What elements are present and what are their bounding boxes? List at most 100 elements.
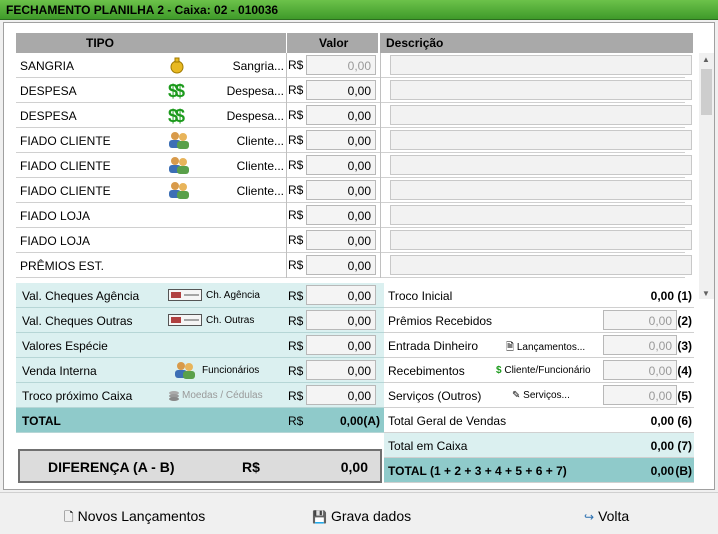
left-total-row: TOTAL R$ 0,00(A) [16, 408, 384, 433]
volta-button[interactable]: ↪ Volta [584, 508, 629, 524]
row-description-input[interactable] [390, 155, 692, 175]
right-summary-label: Serviços (Outros) [388, 389, 482, 403]
grid-row: DESPESA $$ Despesa... R$ 0,00 [16, 103, 692, 128]
row-tipo: FIADO CLIENTE [20, 184, 111, 198]
left-summary-action[interactable]: Moedas / Cédulas [182, 390, 263, 401]
row-value-input[interactable]: 0,00 [306, 255, 376, 275]
title-bar: FECHAMENTO PLANILHA 2 - Caixa: 02 - 0100… [0, 0, 718, 20]
dollar-icon[interactable]: $$ [168, 81, 190, 101]
right-summary-value-input[interactable]: 0,00 [603, 335, 677, 355]
right-summary-action[interactable]: $ Cliente/Funcionário [496, 365, 591, 376]
column-divider [286, 78, 287, 103]
left-summary-value-input[interactable]: 0,00 [306, 285, 376, 305]
users-icon[interactable] [168, 181, 190, 199]
bottom-toolbar: 🗋 Novos Lançamentos 💾 Grava dados ↪ Volta [0, 492, 718, 534]
grava-dados-label: Grava dados [330, 508, 412, 524]
left-summary-row: Val. Cheques Agência Ch. Agência R$ 0,00 [16, 283, 384, 308]
left-summary-value-input[interactable]: 0,00 [306, 360, 376, 380]
row-action-link[interactable]: Cliente... [196, 184, 284, 198]
scroll-down-icon[interactable]: ▼ [702, 289, 710, 298]
right-summary-label: Prêmios Recebidos [388, 314, 493, 328]
scroll-thumb[interactable] [701, 69, 712, 115]
column-divider [380, 78, 381, 103]
right-summary-action-label: Cliente/Funcionário [504, 365, 591, 376]
right-summary-action[interactable]: ✎ Serviços... [512, 390, 570, 401]
right-summary-action[interactable]: 🗎 Lançamentos... [506, 340, 585, 357]
users-icon[interactable] [174, 361, 196, 382]
row-value-input[interactable]: 0,00 [306, 205, 376, 225]
right-total-num: (B) [675, 464, 692, 478]
column-divider [286, 103, 287, 128]
left-total-value: 0,00(A) [339, 414, 380, 428]
row-action-link[interactable]: Despesa... [196, 84, 284, 98]
row-description-input[interactable] [390, 205, 692, 225]
column-divider [380, 53, 381, 78]
right-summary-row: Entrada Dinheiro 🗎 Lançamentos... 0,00 (3) [384, 333, 694, 358]
row-description-input[interactable] [390, 55, 692, 75]
column-divider [286, 128, 287, 153]
document-icon: 🗎 [506, 342, 515, 353]
moneybag-icon[interactable] [168, 56, 190, 74]
row-value-input[interactable]: 0,00 [306, 130, 376, 150]
grid-row: SANGRIA Sangria... R$ 0,00 [16, 53, 692, 78]
left-summary-currency: R$ [288, 339, 304, 353]
row-value-input[interactable]: 0,00 [306, 180, 376, 200]
cheque-icon[interactable] [168, 289, 202, 304]
column-divider [286, 153, 287, 178]
left-summary-label: Venda Interna [22, 364, 97, 378]
right-summary-num: (4) [677, 364, 692, 378]
row-action-link[interactable]: Despesa... [196, 109, 284, 123]
left-summary-row: Val. Cheques Outras Ch. Outras R$ 0,00 [16, 308, 384, 333]
left-summary-action[interactable]: Ch. Agência [206, 290, 260, 301]
column-divider [380, 153, 381, 178]
column-divider [286, 178, 287, 203]
row-currency: R$ [288, 133, 304, 147]
left-summary-value-input[interactable]: 0,00 [306, 385, 376, 405]
right-summary-label: Total Geral de Vendas [388, 414, 507, 428]
header-valor-label: Valor [319, 36, 349, 50]
difference-currency: R$ [242, 459, 260, 475]
right-summary-num: (7) [677, 439, 692, 453]
right-summary-value-input[interactable]: 0,00 [603, 310, 677, 330]
right-summary-value-input[interactable]: 0,00 [603, 360, 677, 380]
row-description-input[interactable] [390, 230, 692, 250]
grid-scrollbar[interactable]: ▲ ▼ [699, 53, 714, 299]
right-summary-action-label: Lançamentos... [516, 342, 586, 353]
column-divider [380, 128, 381, 153]
column-divider [380, 178, 381, 203]
right-summary-num: (5) [677, 389, 692, 403]
cheque-icon[interactable] [168, 314, 202, 329]
left-summary-action[interactable]: Ch. Outras [206, 315, 254, 326]
row-action-link[interactable]: Cliente... [196, 134, 284, 148]
main-panel: TIPO Valor Descrição SANGRIA Sangria... R$… [3, 22, 715, 490]
row-value-input[interactable]: 0,00 [306, 155, 376, 175]
row-description-input[interactable] [390, 80, 692, 100]
left-summary-currency: R$ [288, 314, 304, 328]
left-summary-value-input[interactable]: 0,00 [306, 310, 376, 330]
right-summary-value-input[interactable]: 0,00 [603, 385, 677, 405]
row-currency: R$ [288, 233, 304, 247]
row-tipo: DESPESA [20, 109, 77, 123]
row-value-input[interactable]: 0,00 [306, 105, 376, 125]
novos-lancamentos-button[interactable]: 🗋 Novos Lançamentos [64, 508, 205, 529]
left-summary-currency: R$ [288, 289, 304, 303]
row-value-input[interactable]: 0,00 [306, 230, 376, 250]
users-icon[interactable] [168, 156, 190, 174]
left-summary-value-input[interactable]: 0,00 [306, 335, 376, 355]
dollar-icon[interactable]: $$ [168, 106, 190, 126]
grava-dados-button[interactable]: 💾 Grava dados [312, 508, 411, 524]
row-action-link[interactable]: Cliente... [196, 159, 284, 173]
users-icon[interactable] [168, 131, 190, 149]
coins-icon[interactable] [168, 389, 180, 404]
left-summary-currency: R$ [288, 364, 304, 378]
scroll-up-icon[interactable]: ▲ [702, 55, 710, 64]
row-value-input[interactable]: 0,00 [306, 55, 376, 75]
row-value-input[interactable]: 0,00 [306, 80, 376, 100]
left-summary-action[interactable]: Funcionários [202, 365, 259, 376]
row-description-input[interactable] [390, 255, 692, 275]
row-description-input[interactable] [390, 130, 692, 150]
row-description-input[interactable] [390, 105, 692, 125]
row-action-link[interactable]: Sangria... [196, 59, 284, 73]
row-description-input[interactable] [390, 180, 692, 200]
novos-lancamentos-label: Novos Lançamentos [77, 508, 206, 524]
